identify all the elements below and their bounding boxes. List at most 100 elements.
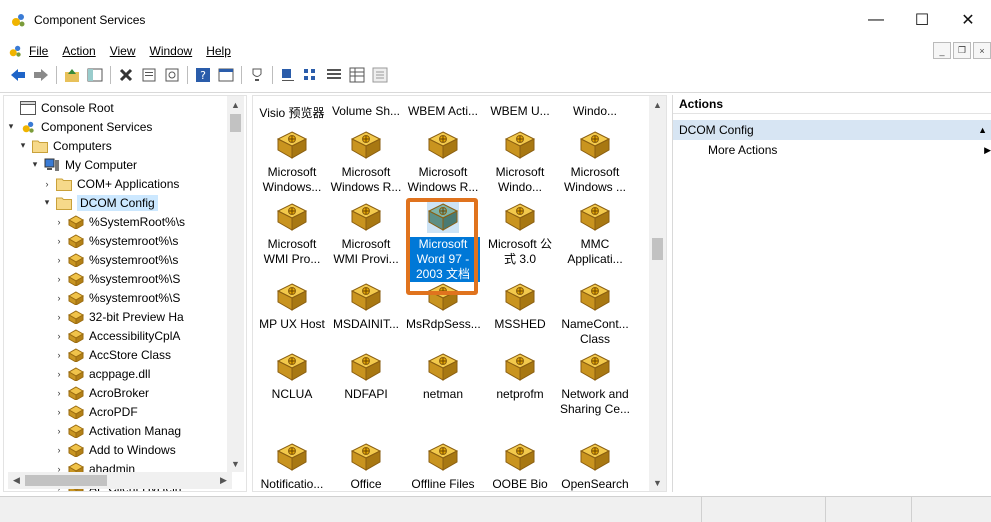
large-icons-icon[interactable]	[278, 65, 298, 85]
collapse-arrow-icon[interactable]: ▲	[978, 125, 987, 135]
tree-item[interactable]: › COM+ Applications	[40, 174, 179, 193]
help-icon[interactable]: ?	[193, 65, 213, 85]
scroll-right-icon[interactable]: ▶	[215, 472, 232, 489]
tree-item[interactable]: › 32-bit Preview Ha	[52, 307, 184, 326]
dcom-app-tile[interactable]: Offline FilesService	[406, 441, 480, 491]
collapsed-chevron-icon[interactable]: ›	[52, 255, 66, 265]
tree-item[interactable]: › Activation Manag	[52, 421, 181, 440]
collapsed-chevron-icon[interactable]: ›	[52, 426, 66, 436]
close-button[interactable]: ✕	[945, 0, 991, 40]
dcom-app-tile[interactable]: MMC Applicati...	[558, 201, 632, 267]
dcom-app-tile[interactable]: NameCont... Class	[558, 281, 632, 347]
icon-tile-label[interactable]: Windo...	[558, 104, 632, 118]
scroll-thumb[interactable]	[652, 238, 663, 260]
mdi-close-icon[interactable]: ×	[973, 42, 991, 59]
forward-icon[interactable]	[31, 65, 51, 85]
properties-icon[interactable]	[139, 65, 159, 85]
tree-item[interactable]: › AcroPDF	[52, 402, 138, 421]
up-folder-icon[interactable]	[62, 65, 82, 85]
collapsed-chevron-icon[interactable]: ›	[52, 312, 66, 322]
dcom-app-tile[interactable]: MSDAINIT...	[329, 281, 403, 332]
scroll-left-icon[interactable]: ◀	[8, 472, 25, 489]
actions-section-dcom-config[interactable]: DCOM Config ▲	[673, 120, 991, 140]
expanded-chevron-icon[interactable]: ▾	[16, 140, 30, 151]
tree-item[interactable]: ▾ Component Services	[4, 117, 153, 136]
tree-item[interactable]: › AcroBroker	[52, 383, 149, 402]
collapsed-chevron-icon[interactable]: ›	[52, 369, 66, 379]
dcom-app-tile[interactable]: Network and Sharing Ce...	[558, 351, 632, 417]
tree-item[interactable]: ▾ My Computer	[28, 155, 137, 174]
menu-help[interactable]: Help	[199, 44, 238, 58]
tree-item[interactable]: ▾ DCOM Config	[40, 193, 158, 212]
dcom-app-tile[interactable]: Microsoft 公式 3.0	[483, 201, 557, 267]
dcom-app-tile[interactable]: Microsoft WMI Provi...	[329, 201, 403, 267]
dcom-app-tile[interactable]: netman	[406, 351, 480, 402]
collapsed-chevron-icon[interactable]: ›	[52, 407, 66, 417]
tree-item[interactable]: › %systemroot%\s	[52, 250, 178, 269]
dcom-app-tile[interactable]: OfficeLicensing	[329, 441, 403, 491]
dcom-app-tile[interactable]: Microsoft WMI Pro...	[255, 201, 329, 267]
dcom-app-tile[interactable]: NDFAPI	[329, 351, 403, 402]
collapsed-chevron-icon[interactable]: ›	[52, 350, 66, 360]
minimize-button[interactable]: —	[853, 0, 899, 40]
expanded-chevron-icon[interactable]: ▾	[4, 121, 18, 132]
dcom-app-tile[interactable]: netprofm	[483, 351, 557, 402]
dcom-app-tile[interactable]: MP UX Host	[255, 281, 329, 332]
mdi-restore-icon[interactable]: ❐	[953, 42, 971, 59]
scroll-down-icon[interactable]: ▼	[649, 474, 666, 491]
collapsed-chevron-icon[interactable]: ›	[52, 236, 66, 246]
mmc-icon[interactable]	[216, 65, 236, 85]
tree-item[interactable]: Console Root	[4, 98, 114, 117]
tree-item[interactable]: › AccStore Class	[52, 345, 171, 364]
menu-action[interactable]: Action	[55, 44, 102, 58]
tree-item[interactable]: › AccessibilityCplA	[52, 326, 180, 345]
icon-tile-label[interactable]: Volume Sh...	[329, 104, 403, 118]
dcom-app-tile[interactable]: Notificatio...App ID	[255, 441, 329, 491]
icon-tile-label[interactable]: WBEM Acti...	[406, 104, 480, 118]
tree-item[interactable]: › Add to Windows	[52, 440, 176, 459]
dcom-app-tile[interactable]: Microsoft Windo...	[483, 129, 557, 195]
icon-tile-label[interactable]: Visio 预览器	[255, 104, 329, 121]
expanded-chevron-icon[interactable]: ▾	[40, 197, 54, 208]
tree-item[interactable]: ▾ Computers	[16, 136, 112, 155]
delete-icon[interactable]	[116, 65, 136, 85]
detail-view-icon[interactable]	[347, 65, 367, 85]
maximize-button[interactable]: ☐	[899, 0, 945, 40]
tree-item[interactable]: › acppage.dll	[52, 364, 150, 383]
tree-item[interactable]: › %SystemRoot%\s	[52, 212, 185, 231]
menu-window[interactable]: Window	[143, 44, 200, 58]
more-actions-item[interactable]: More Actions ▶	[673, 140, 991, 160]
back-icon[interactable]	[8, 65, 28, 85]
trophy-icon[interactable]	[247, 65, 267, 85]
tree-item[interactable]: › %systemroot%\s	[52, 231, 178, 250]
menu-file[interactable]: File	[22, 44, 55, 58]
dcom-app-tile[interactable]: Microsoft Windows R...	[329, 129, 403, 195]
dcom-app-tile[interactable]: Microsoft Windows R...	[406, 129, 480, 195]
scroll-thumb[interactable]	[230, 114, 241, 132]
collapsed-chevron-icon[interactable]: ›	[40, 179, 54, 189]
dcom-app-tile[interactable]: Microsoft Windows...	[255, 129, 329, 195]
show-hide-tree-icon[interactable]	[85, 65, 105, 85]
filter-icon[interactable]	[370, 65, 390, 85]
dcom-app-tile[interactable]: Microsoft Windows ...	[558, 129, 632, 195]
collapsed-chevron-icon[interactable]: ›	[52, 217, 66, 227]
scroll-up-icon[interactable]: ▲	[649, 96, 666, 113]
list-view-icon[interactable]	[324, 65, 344, 85]
small-icons-icon[interactable]	[301, 65, 321, 85]
icon-tile-label[interactable]: WBEM U...	[483, 104, 557, 118]
tree-item[interactable]: › %systemroot%\S	[52, 288, 180, 307]
collapsed-chevron-icon[interactable]: ›	[52, 293, 66, 303]
collapsed-chevron-icon[interactable]: ›	[52, 331, 66, 341]
dcom-app-tile[interactable]: MSSHED	[483, 281, 557, 332]
menu-view[interactable]: View	[103, 44, 143, 58]
tree-vertical-scrollbar[interactable]: ▲ ▼	[227, 96, 244, 472]
collapsed-chevron-icon[interactable]: ›	[52, 445, 66, 455]
tree-horizontal-scrollbar[interactable]: ◀ ▶	[8, 472, 232, 489]
dcom-app-tile[interactable]: OOBE BioEnrollment	[483, 441, 557, 491]
dcom-app-tile[interactable]: NCLUA	[255, 351, 329, 402]
scroll-thumb[interactable]	[25, 475, 107, 486]
expanded-chevron-icon[interactable]: ▾	[28, 159, 42, 170]
refresh-icon[interactable]	[162, 65, 182, 85]
scroll-up-icon[interactable]: ▲	[227, 96, 244, 113]
component-services-icon[interactable]	[8, 44, 22, 58]
